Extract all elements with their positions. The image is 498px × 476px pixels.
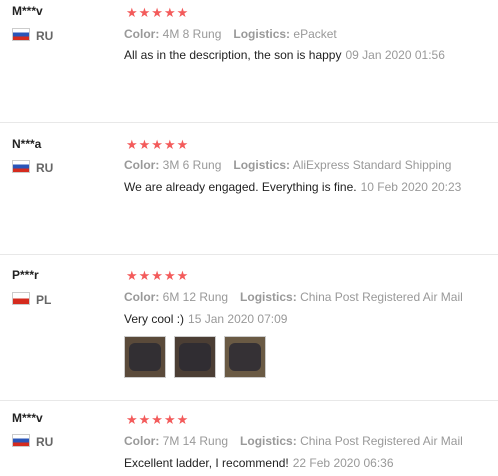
flag-ru-icon [12, 434, 30, 447]
logistics-label: Logistics: [233, 158, 291, 172]
country-code: PL [36, 293, 52, 307]
review-body: All as in the description, the son is ha… [124, 48, 342, 62]
country-code: RU [36, 435, 54, 449]
review-text: Excellent ladder, I recommend! 22 Feb 202… [124, 456, 394, 470]
rating-stars: ★★★★★ [126, 268, 190, 283]
reviewer-name: M***v [12, 411, 43, 425]
review-photos [124, 336, 266, 378]
reviewer-country: PL [12, 292, 51, 307]
rating-stars: ★★★★★ [126, 5, 190, 20]
logistics-label: Logistics: [240, 434, 297, 448]
review-body: We are already engaged. Everything is fi… [124, 180, 357, 194]
review-date: 09 Jan 2020 01:56 [345, 48, 445, 62]
review-date: 22 Feb 2020 06:36 [292, 456, 394, 470]
color-value: 4M 8 Rung [162, 27, 222, 41]
logistics-value: AliExpress Standard Shipping [292, 158, 452, 172]
review-photo[interactable] [224, 336, 266, 378]
logistics-label: Logistics: [233, 27, 291, 41]
review-text: Very cool :) 15 Jan 2020 07:09 [124, 312, 287, 326]
review-photo[interactable] [174, 336, 216, 378]
review-date: 15 Jan 2020 07:09 [188, 312, 288, 326]
color-value: 3M 6 Rung [162, 158, 222, 172]
color-value: 7M 14 Rung [162, 434, 229, 448]
reviewer-country: RU [12, 160, 53, 175]
review-attributes: Color: 4M 8 Rung Logistics: ePacket [124, 27, 337, 41]
review-body: Excellent ladder, I recommend! [124, 456, 289, 470]
color-label: Color: [124, 434, 160, 448]
review-attributes: Color: 6M 12 Rung Logistics: China Post R… [124, 290, 463, 304]
reviewer-name: M***v [12, 4, 43, 18]
flag-ru-icon [12, 28, 30, 41]
reviewer-country: RU [12, 28, 53, 43]
flag-pl-icon [12, 292, 30, 305]
rating-stars: ★★★★★ [126, 412, 190, 427]
color-label: Color: [124, 290, 160, 304]
review-text: We are already engaged. Everything is fi… [124, 180, 461, 194]
reviewer-name: N***a [12, 137, 42, 151]
reviewer-name: P***r [12, 268, 39, 282]
color-label: Color: [124, 158, 160, 172]
review-body: Very cool :) [124, 312, 185, 326]
review-date: 10 Feb 2020 20:23 [360, 180, 462, 194]
divider [0, 400, 498, 401]
review-attributes: Color: 7M 14 Rung Logistics: China Post R… [124, 434, 463, 448]
country-code: RU [36, 29, 54, 43]
review-attributes: Color: 3M 6 Rung Logistics: AliExpress St… [124, 158, 451, 172]
logistics-value: ePacket [293, 27, 337, 41]
review-photo[interactable] [124, 336, 166, 378]
rating-stars: ★★★★★ [126, 137, 190, 152]
divider [0, 254, 498, 255]
reviewer-country: RU [12, 434, 53, 449]
logistics-value: China Post Registered Air Mail [300, 434, 463, 448]
review-text: All as in the description, the son is ha… [124, 48, 445, 62]
color-value: 6M 12 Rung [162, 290, 229, 304]
logistics-label: Logistics: [240, 290, 297, 304]
divider [0, 122, 498, 123]
logistics-value: China Post Registered Air Mail [300, 290, 463, 304]
country-code: RU [36, 161, 54, 175]
color-label: Color: [124, 27, 160, 41]
flag-ru-icon [12, 160, 30, 173]
